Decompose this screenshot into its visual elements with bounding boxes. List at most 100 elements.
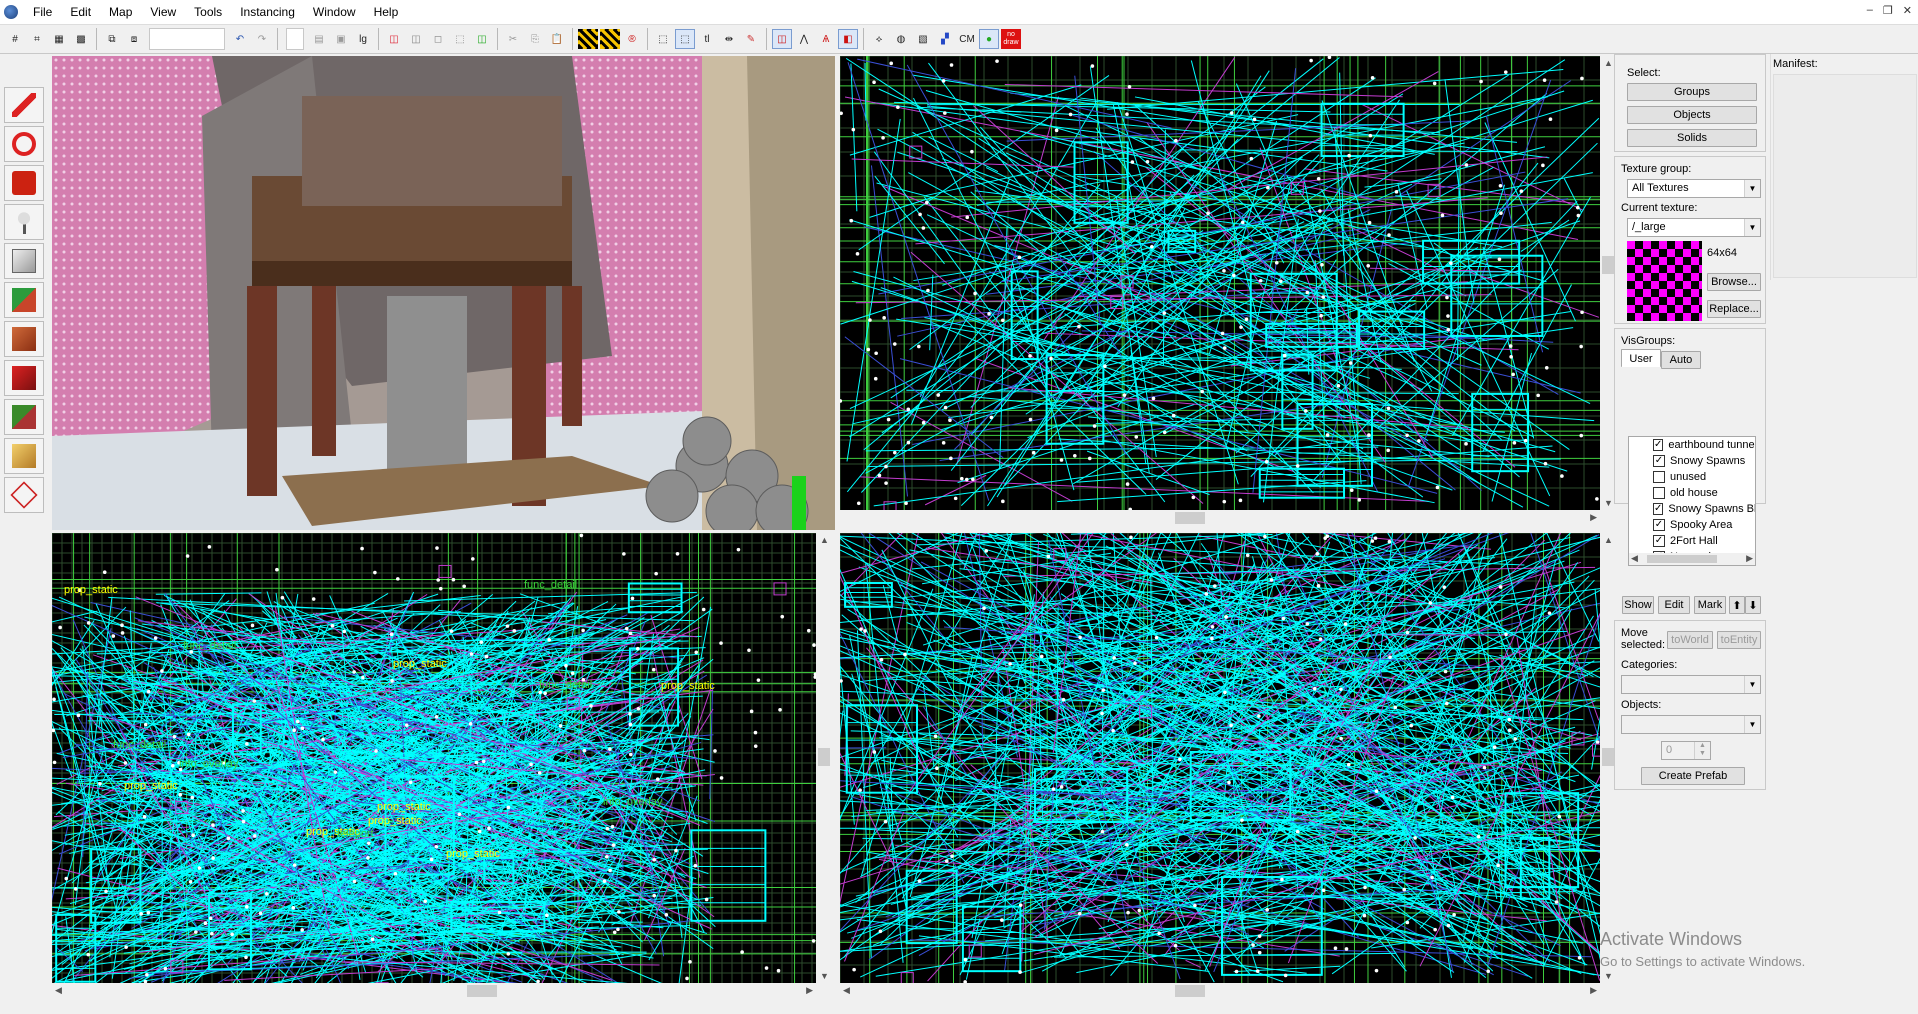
- nodraw-icon[interactable]: no draw: [1001, 29, 1021, 49]
- cube-outline-icon[interactable]: ◻: [428, 29, 448, 49]
- objects-button[interactable]: Objects: [1627, 106, 1757, 124]
- grid-3d-icon[interactable]: ⌗: [27, 29, 47, 49]
- mark-button[interactable]: Mark: [1694, 596, 1726, 614]
- group-icon[interactable]: ⧉: [102, 29, 122, 49]
- leaf-icon[interactable]: ●: [979, 29, 999, 49]
- chevron-down-icon[interactable]: ▼: [1744, 716, 1760, 733]
- quantity-stepper[interactable]: 0 ▲▼: [1661, 741, 1711, 760]
- hollow-icon[interactable]: ▣: [331, 29, 351, 49]
- visgroup-checkbox[interactable]: ✓: [1653, 455, 1665, 467]
- helpers-icon[interactable]: ⋀: [794, 29, 814, 49]
- menu-tools[interactable]: Tools: [185, 0, 231, 24]
- vertex-icon[interactable]: ⟡: [869, 29, 889, 49]
- visgroup-checkbox[interactable]: ✓: [1653, 439, 1663, 451]
- texture-preview[interactable]: [1627, 241, 1702, 321]
- menu-file[interactable]: File: [24, 0, 61, 24]
- models-icon[interactable]: Ѧ: [816, 29, 836, 49]
- apply-texture-icon[interactable]: [4, 321, 44, 357]
- top-horizontal-scrollbar[interactable]: ▶: [840, 510, 1600, 526]
- visgroup-checkbox[interactable]: [1653, 471, 1665, 483]
- block-tool-icon[interactable]: [4, 243, 44, 279]
- copy-icon[interactable]: ⎘: [525, 29, 545, 49]
- current-texture-select[interactable]: /_large ▼: [1627, 218, 1761, 237]
- scroll-right-icon[interactable]: ▶: [1590, 985, 1597, 996]
- move-down-icon[interactable]: ⬇: [1745, 596, 1761, 614]
- browse-button[interactable]: Browse...: [1707, 273, 1761, 291]
- visgroup-item[interactable]: old house: [1629, 485, 1755, 501]
- vertex-tool-icon[interactable]: [4, 477, 44, 513]
- scroll-thumb[interactable]: [1175, 985, 1205, 997]
- menu-edit[interactable]: Edit: [61, 0, 100, 24]
- scroll-right-icon[interactable]: ▶: [1590, 512, 1597, 523]
- groups-button[interactable]: Groups: [1627, 83, 1757, 101]
- grid-smaller-icon[interactable]: ▦: [49, 29, 69, 49]
- redo-icon[interactable]: ↷: [252, 29, 272, 49]
- visgroup-item[interactable]: ✓2Fort Hall: [1629, 533, 1755, 549]
- blue-blocks-icon[interactable]: ▞: [935, 29, 955, 49]
- chevron-down-icon[interactable]: ▼: [1744, 676, 1760, 693]
- cube-green-icon[interactable]: ◫: [472, 29, 492, 49]
- edit-button[interactable]: Edit: [1658, 596, 1690, 614]
- paste-icon[interactable]: 📋: [547, 29, 567, 49]
- scroll-left-icon[interactable]: ◀: [843, 985, 850, 996]
- side-vertical-scrollbar[interactable]: ▲ ▼: [816, 533, 832, 983]
- decal-tool-icon[interactable]: [4, 360, 44, 396]
- viewport-3d-camera[interactable]: [52, 56, 835, 530]
- filter-icon[interactable]: ▧: [913, 29, 933, 49]
- paint-icon[interactable]: ✎: [741, 29, 761, 49]
- overlay-tool-icon[interactable]: [4, 399, 44, 435]
- magnify-tool-icon[interactable]: [4, 126, 44, 162]
- text-tool-icon[interactable]: tl: [697, 29, 717, 49]
- close-icon[interactable]: ✕: [1903, 4, 1912, 17]
- cubemap-icon[interactable]: CM: [957, 29, 977, 49]
- visgroup-item[interactable]: ✓Snowy Spawns Blu: [1629, 501, 1755, 517]
- restore-icon[interactable]: ❐: [1883, 4, 1893, 17]
- cube-gray-icon[interactable]: ◫: [406, 29, 426, 49]
- create-prefab-button[interactable]: Create Prefab: [1641, 767, 1745, 785]
- scroll-up-icon[interactable]: ▲: [1604, 58, 1613, 68]
- scroll-thumb[interactable]: [818, 748, 830, 766]
- chevron-down-icon[interactable]: ▼: [1744, 180, 1760, 197]
- menu-instancing[interactable]: Instancing: [231, 0, 304, 24]
- undo-icon[interactable]: ↶: [230, 29, 250, 49]
- to-world-button[interactable]: toWorld: [1667, 631, 1713, 649]
- manifest-list[interactable]: [1773, 74, 1917, 278]
- tab-auto[interactable]: Auto: [1661, 351, 1701, 369]
- scroll-down-icon[interactable]: ▼: [820, 971, 829, 981]
- scroll-thumb[interactable]: [1602, 256, 1614, 274]
- texture-lock-icon[interactable]: lg: [353, 29, 373, 49]
- to-entity-button[interactable]: toEntity: [1717, 631, 1761, 649]
- selection-tool-icon[interactable]: [4, 87, 44, 123]
- ungroup-icon[interactable]: ⧈: [124, 29, 144, 49]
- hazard-stripes-icon[interactable]: [578, 29, 598, 49]
- selection-box-icon[interactable]: ⬚: [653, 29, 673, 49]
- hide-objects-icon[interactable]: ◫: [772, 29, 792, 49]
- objects-select[interactable]: ▼: [1621, 715, 1761, 734]
- viewport-top-2d[interactable]: [840, 56, 1600, 510]
- viewport-front-2d[interactable]: [840, 533, 1600, 983]
- scroll-right-icon[interactable]: ▶: [1746, 553, 1753, 564]
- scroll-thumb[interactable]: [1602, 748, 1614, 766]
- scroll-down-icon[interactable]: ▼: [1604, 971, 1613, 981]
- scroll-thumb[interactable]: [1647, 555, 1717, 563]
- menu-window[interactable]: Window: [304, 0, 365, 24]
- sphere-icon[interactable]: ◍: [891, 29, 911, 49]
- grid-toggle-icon[interactable]: #: [5, 29, 25, 49]
- decals-icon[interactable]: ◧: [838, 29, 858, 49]
- scroll-thumb[interactable]: [1175, 512, 1205, 524]
- visgroup-item[interactable]: ✓Snowy Spawns: [1629, 453, 1755, 469]
- menu-map[interactable]: Map: [100, 0, 141, 24]
- categories-select[interactable]: ▼: [1621, 675, 1761, 694]
- scroll-right-icon[interactable]: ▶: [806, 985, 813, 996]
- align-icon[interactable]: ⇹: [719, 29, 739, 49]
- visgroup-checkbox[interactable]: ✓: [1653, 535, 1665, 547]
- visgroups-horizontal-scrollbar[interactable]: ◀ ▶: [1629, 553, 1755, 565]
- solids-button[interactable]: Solids: [1627, 129, 1757, 147]
- scroll-up-icon[interactable]: ▲: [1604, 535, 1613, 545]
- cube-dotted-icon[interactable]: ⬚: [450, 29, 470, 49]
- scroll-left-icon[interactable]: ◀: [1631, 553, 1638, 564]
- visgroup-checkbox[interactable]: [1653, 487, 1665, 499]
- camera-tool-icon[interactable]: [4, 165, 44, 201]
- carve-icon[interactable]: ▤: [309, 29, 329, 49]
- show-button[interactable]: Show: [1622, 596, 1654, 614]
